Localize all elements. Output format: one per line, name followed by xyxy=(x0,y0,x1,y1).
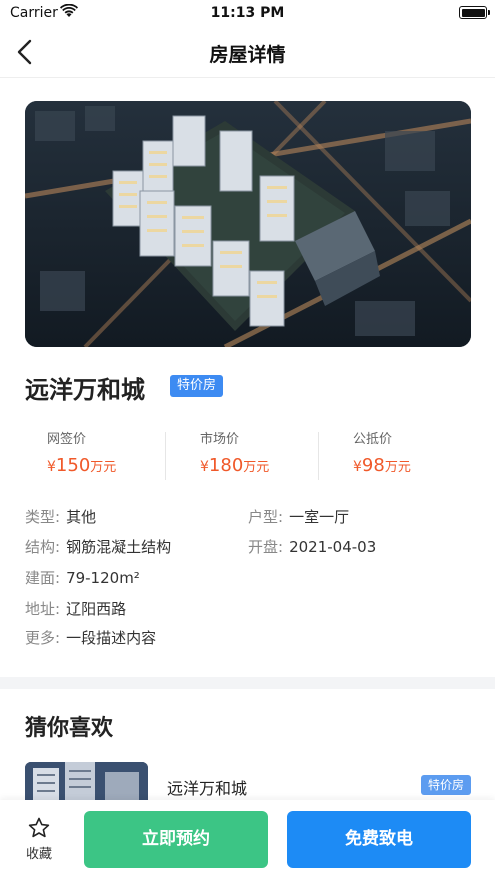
price-value: ¥150万元 xyxy=(47,455,117,476)
info-address: 地址: 辽阳西路 xyxy=(25,600,127,618)
nav-bar: 房屋详情 xyxy=(0,26,495,78)
divider xyxy=(318,432,319,480)
divider xyxy=(165,432,166,480)
free-call-button[interactable]: 免费致电 xyxy=(287,811,471,868)
info-structure: 结构: 钢筋混凝土结构 xyxy=(25,538,172,556)
status-bar: Carrier 11:13 PM xyxy=(0,0,495,26)
property-photo xyxy=(25,101,471,347)
bottom-action-bar: 收藏 立即预约 免费致电 xyxy=(0,800,495,881)
price-item-market: 市场价 ¥180万元 xyxy=(200,428,350,476)
price-row: 网签价 ¥150万元 市场价 ¥180万元 公抵价 ¥98万元 xyxy=(0,428,495,483)
info-open-date: 开盘: 2021-04-03 xyxy=(248,538,377,556)
price-label: 公抵价 xyxy=(353,432,393,447)
recommendation-name: 远洋万和城 xyxy=(167,779,248,798)
favorite-label: 收藏 xyxy=(25,847,52,862)
recommendations-heading: 猜你喜欢 xyxy=(25,716,114,741)
price-item-contract: 网签价 ¥150万元 xyxy=(47,428,197,476)
price-value: ¥98万元 xyxy=(353,455,411,476)
info-more: 更多: 一段描述内容 xyxy=(25,629,157,647)
special-price-badge: 特价房 xyxy=(170,375,224,397)
battery-icon xyxy=(459,6,490,19)
favorite-button[interactable]: 收藏 xyxy=(20,816,58,862)
clock: 11:13 PM xyxy=(210,5,285,21)
price-label: 市场价 xyxy=(200,432,240,447)
section-divider xyxy=(0,677,495,689)
property-name: 远洋万和城 xyxy=(25,376,145,404)
info-layout: 户型: 一室一厅 xyxy=(248,508,350,526)
star-icon xyxy=(28,817,50,838)
price-label: 网签价 xyxy=(47,432,87,447)
price-item-offset: 公抵价 ¥98万元 xyxy=(353,428,495,476)
price-value: ¥180万元 xyxy=(200,455,270,476)
info-type: 类型: 其他 xyxy=(25,508,97,526)
book-now-button[interactable]: 立即预约 xyxy=(84,811,268,868)
info-area: 建面: 79-120m² xyxy=(25,569,140,587)
recommendation-badge: 特价房 xyxy=(420,775,471,795)
page-title: 房屋详情 xyxy=(209,44,286,66)
